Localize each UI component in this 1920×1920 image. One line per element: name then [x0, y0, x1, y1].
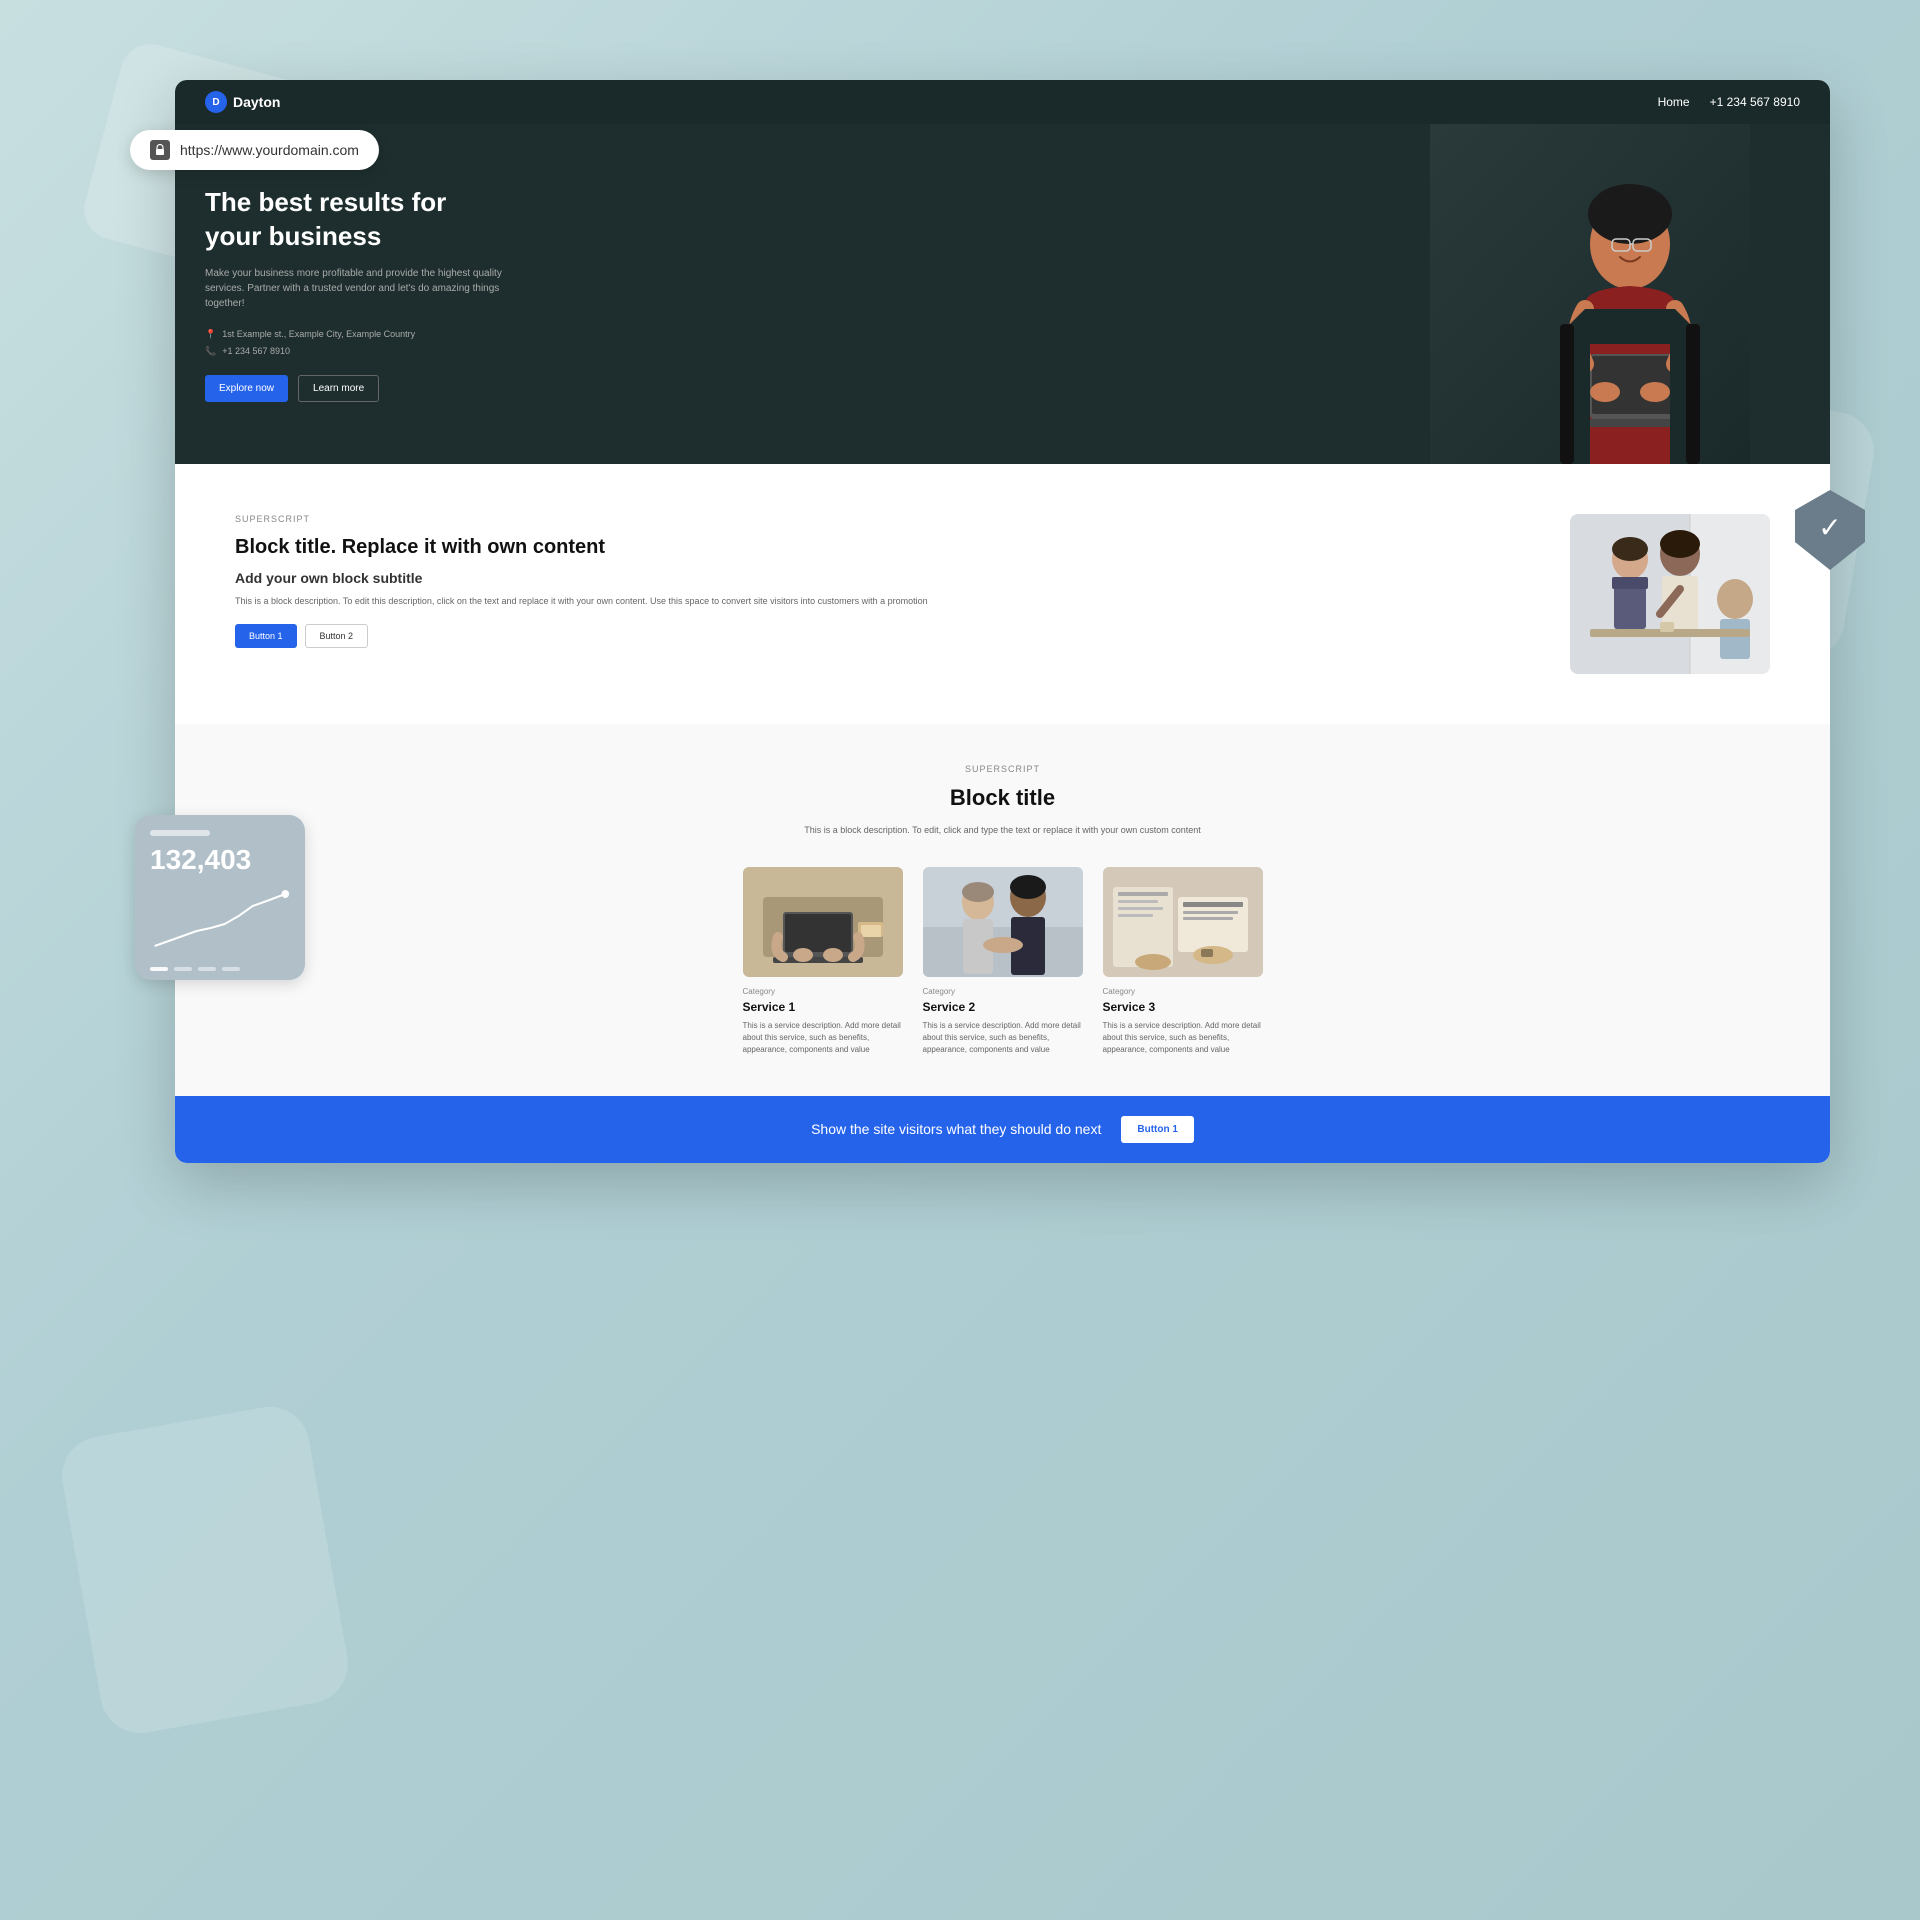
nav-home[interactable]: Home [1658, 95, 1690, 109]
service-image-1 [743, 867, 903, 977]
block1-title: Block title. Replace it with own content [235, 534, 1540, 560]
service2-title: Service 2 [923, 1000, 1083, 1014]
service3-desc: This is a service description. Add more … [1103, 1020, 1263, 1056]
stats-pagination [150, 967, 290, 971]
nav-logo: D Dayton [205, 91, 280, 113]
browser-frame: D Dayton Home +1 234 567 8910 [175, 80, 1830, 1163]
service-image-3 [1103, 867, 1263, 977]
stats-widget: 132,403 [135, 815, 305, 980]
hero-title: The best results for your business [205, 186, 505, 254]
block-section-2: SUPERSCRIPT Block title This is a block … [175, 724, 1830, 1096]
service1-category: Category [743, 987, 903, 996]
logo-text: Dayton [233, 94, 280, 110]
hero-subtitle: Make your business more profitable and p… [205, 266, 505, 311]
website-content: D Dayton Home +1 234 567 8910 [175, 80, 1830, 1163]
nav-phone: +1 234 567 8910 [1710, 95, 1800, 109]
site-nav: D Dayton Home +1 234 567 8910 [175, 80, 1830, 124]
logo-icon: D [205, 91, 227, 113]
block1-btn2[interactable]: Button 2 [305, 624, 369, 648]
service-card-1: Category Service 1 This is a service des… [743, 867, 903, 1056]
block1-image [1570, 514, 1770, 674]
logo-letter: D [212, 97, 219, 108]
main-content: SUPERSCRIPT Block title. Replace it with… [175, 464, 1830, 1163]
learn-more-button[interactable]: Learn more [298, 375, 379, 402]
block1-buttons: Button 1 Button 2 [235, 624, 1540, 648]
cta-bar: Show the site visitors what they should … [175, 1096, 1830, 1163]
nav-links: Home +1 234 567 8910 [1658, 95, 1800, 109]
location-icon: 📍 [205, 329, 216, 340]
explore-now-button[interactable]: Explore now [205, 375, 288, 402]
hero-address: 📍 1st Example st., Example City, Example… [205, 329, 505, 340]
service1-desc: This is a service description. Add more … [743, 1020, 903, 1056]
hero-section: The best results for your business Make … [175, 124, 1830, 464]
stats-bar-indicator [150, 830, 210, 836]
phone-icon: 📞 [205, 346, 216, 357]
stats-dot-4 [222, 967, 240, 971]
url-text: https://www.yourdomain.com [180, 142, 359, 158]
block1-subtitle: Add your own block subtitle [235, 570, 1540, 586]
stats-dot-2 [174, 967, 192, 971]
lock-icon [150, 140, 170, 160]
cta-text: Show the site visitors what they should … [811, 1121, 1101, 1137]
service1-title: Service 1 [743, 1000, 903, 1014]
stats-dot-3 [198, 967, 216, 971]
services-grid: Category Service 1 This is a service des… [235, 867, 1770, 1056]
service3-category: Category [1103, 987, 1263, 996]
block2-title: Block title [235, 784, 1770, 813]
phone-text: +1 234 567 8910 [222, 346, 290, 356]
block1-superscript: SUPERSCRIPT [235, 514, 1540, 524]
hero-image [1430, 124, 1750, 464]
hero-phone: 📞 +1 234 567 8910 [205, 346, 505, 357]
service3-title: Service 3 [1103, 1000, 1263, 1014]
bg-decoration-2 [56, 1401, 354, 1740]
cta-button[interactable]: Button 1 [1121, 1116, 1194, 1143]
stats-number: 132,403 [150, 844, 290, 876]
hero-buttons: Explore now Learn more [205, 375, 505, 402]
stats-dot-1 [150, 967, 168, 971]
hero-content: The best results for your business Make … [175, 146, 535, 442]
block2-description: This is a block description. To edit, cl… [803, 823, 1203, 837]
block1-btn1[interactable]: Button 1 [235, 624, 297, 648]
stats-chart [150, 886, 290, 956]
checkmark-icon: ✓ [1818, 511, 1841, 544]
service-card-3: Category Service 3 This is a service des… [1103, 867, 1263, 1056]
service2-category: Category [923, 987, 1083, 996]
address-text: 1st Example st., Example City, Example C… [222, 329, 415, 339]
service-card-2: Category Service 2 This is a service des… [923, 867, 1083, 1056]
address-bar[interactable]: https://www.yourdomain.com [130, 130, 379, 170]
service2-desc: This is a service description. Add more … [923, 1020, 1083, 1056]
block1-text: SUPERSCRIPT Block title. Replace it with… [235, 514, 1540, 648]
block-section-1: SUPERSCRIPT Block title. Replace it with… [175, 464, 1830, 724]
block1-description: This is a block description. To edit thi… [235, 594, 1540, 608]
service-image-2 [923, 867, 1083, 977]
block2-superscript: SUPERSCRIPT [235, 764, 1770, 774]
